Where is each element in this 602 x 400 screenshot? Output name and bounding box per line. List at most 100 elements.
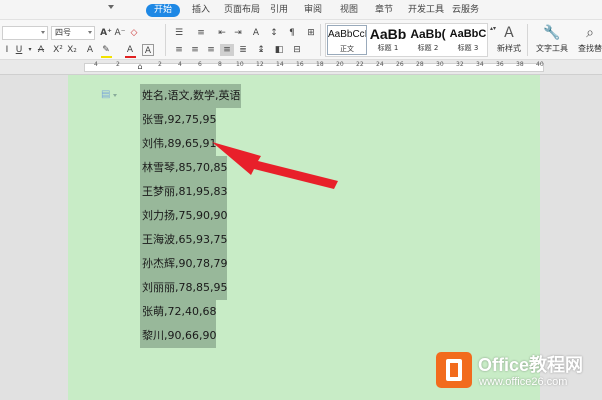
watermark: Office教程网 www.office26.com [436, 350, 602, 400]
increase-indent-icon[interactable]: ⇥ [232, 27, 244, 39]
text-line[interactable]: 黎川,90,66,90 [140, 324, 217, 348]
align-center-icon[interactable]: ≡ [188, 44, 202, 56]
superscript-icon[interactable]: X² [52, 44, 64, 56]
ribbon-toolbar: 四号 A⁺ A⁻ ◇ I U ▾ A X² X₂ A ✎ A A ☰ ≡ ⇤ ⇥… [0, 20, 602, 60]
distribute-icon[interactable]: ≣ [236, 44, 250, 56]
menu-dropdown-icon[interactable] [108, 5, 114, 9]
new-style-icon: Ａ [502, 25, 516, 41]
ruler-number: 22 [356, 61, 364, 68]
style-heading-1[interactable]: AaBb 标题 1 [368, 25, 408, 55]
tab-view[interactable]: 视图 [340, 3, 358, 17]
ruler-number: 8 [218, 61, 222, 68]
align-right-icon[interactable]: ≡ [204, 44, 218, 56]
text-line[interactable]: 张萌,72,40,68 [140, 300, 217, 324]
ruler-number: 26 [396, 61, 404, 68]
text-tools-label: 文字工具 [536, 44, 568, 53]
text-line[interactable]: 张雪,92,75,95 [140, 108, 217, 132]
style-heading-2[interactable]: AaBb( 标题 2 [408, 25, 448, 55]
text-line[interactable]: 刘丽丽,78,85,95 [140, 276, 228, 300]
tab-review[interactable]: 审阅 [304, 3, 322, 17]
char-border-icon[interactable]: A [142, 44, 154, 56]
style-label: 正文 [340, 45, 354, 53]
ruler-number: 4 [178, 61, 182, 68]
text-line[interactable]: 姓名,语文,数学,英语 [140, 84, 241, 108]
font-color-icon[interactable]: A [124, 44, 136, 56]
ruler-number: 6 [198, 61, 202, 68]
show-marks-icon[interactable]: ¶ [286, 27, 298, 39]
office-logo-icon [436, 352, 472, 388]
text-line[interactable]: 刘伟,89,65,91 [140, 132, 217, 156]
borders-icon[interactable]: ⊟ [290, 44, 304, 56]
tab-insert[interactable]: 插入 [192, 3, 210, 17]
style-label: 标题 1 [377, 44, 399, 52]
font-size-select[interactable]: 四号 [51, 26, 95, 40]
style-label: 标题 3 [457, 44, 479, 52]
tab-home[interactable]: 开始 [146, 4, 181, 17]
tab-page-layout[interactable]: 页面布局 [224, 3, 260, 17]
grow-font-icon[interactable]: A⁺ [100, 27, 112, 39]
font-size-value: 四号 [55, 28, 71, 37]
text-line[interactable]: 王梦丽,81,95,83 [140, 180, 228, 204]
new-style-label: 新样式 [497, 44, 521, 53]
ruler-number: 12 [256, 61, 264, 68]
bullet-list-icon[interactable]: ☰ [172, 27, 186, 39]
tab-chapter[interactable]: 章节 [375, 3, 393, 17]
horizontal-ruler: 4 2 2 4 6 8 10 12 14 16 18 20 22 24 26 2… [0, 60, 602, 75]
watermark-url: www.office26.com [479, 376, 568, 388]
shrink-font-icon[interactable]: A⁻ [114, 27, 126, 39]
menu-bar: 开始 插入 页面布局 引用 审阅 视图 章节 开发工具 云服务 [0, 0, 602, 20]
wrench-icon: 🔧 [543, 25, 561, 41]
style-sample: AaBbCcI [328, 29, 366, 40]
ruler-number: 30 [436, 61, 444, 68]
decrease-indent-icon[interactable]: ⇤ [216, 27, 228, 39]
style-normal[interactable]: AaBbCcI 正文 [327, 25, 367, 55]
font-name-select[interactable] [2, 26, 48, 40]
style-heading-3[interactable]: AaBbC 标题 3 [448, 25, 488, 55]
tab-references[interactable]: 引用 [270, 3, 288, 17]
underline-icon[interactable]: U [14, 44, 24, 56]
font-color-bar [125, 56, 136, 58]
ruler-number: 10 [236, 61, 244, 68]
ruler-number: 2 [116, 61, 120, 68]
text-effect-icon[interactable]: A [84, 44, 96, 56]
numbered-list-icon[interactable]: ≡ [194, 27, 208, 39]
text-line[interactable]: 王海波,65,93,75 [140, 228, 228, 252]
chevron-down-icon [113, 94, 117, 97]
indent-marker-icon[interactable]: ⌂ [136, 61, 144, 73]
text-line[interactable]: 林雪琴,85,70,85 [140, 156, 228, 180]
tab-cloud[interactable]: 云服务 [452, 3, 479, 17]
text-direction-icon[interactable]: A [250, 27, 262, 39]
ruler-number: 40 [536, 61, 544, 68]
highlight-icon[interactable]: ✎ [100, 44, 112, 56]
toolbar-divider [165, 24, 166, 56]
ruler-track[interactable] [84, 63, 544, 72]
style-sample: AaBb( [410, 27, 446, 41]
paragraph-settings-icon[interactable]: ⊞ [304, 27, 318, 39]
strikethrough-icon[interactable]: A [36, 44, 46, 56]
align-left-icon[interactable]: ≡ [172, 44, 186, 56]
justify-icon[interactable]: ≡ [220, 44, 234, 56]
text-tools-button[interactable]: 🔧 文字工具 [532, 23, 572, 57]
sort-icon[interactable]: ↕ [268, 27, 280, 39]
watermark-title: Office教程网 [478, 355, 584, 375]
ruler-number: 36 [496, 61, 504, 68]
text-line[interactable]: 刘力扬,75,90,90 [140, 204, 228, 228]
clear-format-icon[interactable]: ◇ [128, 27, 140, 39]
new-style-button[interactable]: Ａ 新样式 [495, 23, 523, 57]
subscript-icon[interactable]: X₂ [66, 44, 78, 56]
ruler-number: 2 [158, 61, 162, 68]
underline-dropdown-icon[interactable]: ▾ [26, 44, 34, 56]
text-line[interactable]: 孙杰辉,90,78,79 [140, 252, 228, 276]
style-sample: AaBbC [449, 28, 487, 40]
italic-icon[interactable]: I [2, 44, 12, 56]
shading-icon[interactable]: ◧ [272, 44, 286, 56]
chevron-down-icon [41, 31, 45, 34]
line-spacing-icon[interactable]: ↨ [254, 44, 268, 56]
ruler-number: 20 [336, 61, 344, 68]
ruler-number: 28 [416, 61, 424, 68]
ruler-number: 38 [516, 61, 524, 68]
find-replace-button[interactable]: ⌕ 查找替 [578, 23, 602, 57]
tab-developer[interactable]: 开发工具 [408, 3, 444, 17]
search-icon: ⌕ [586, 25, 594, 41]
paragraph-handle-icon[interactable]: ▤ [101, 89, 110, 100]
